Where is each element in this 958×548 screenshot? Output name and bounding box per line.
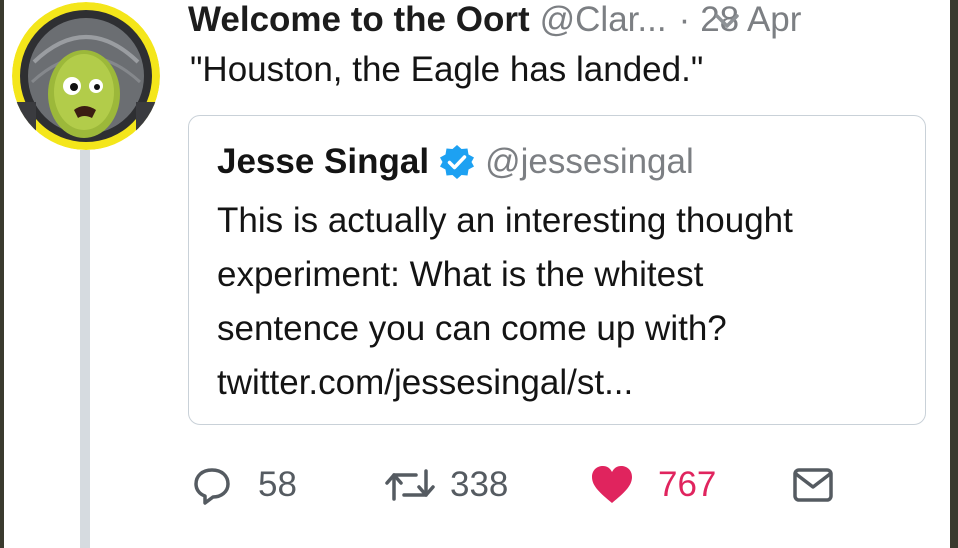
author-name[interactable]: Welcome to the Oort <box>188 0 530 40</box>
reply-button[interactable]: 58 <box>192 458 297 512</box>
quoted-text-line: This is actually an interesting thought <box>217 201 793 240</box>
retweet-icon <box>385 469 435 501</box>
reply-count: 58 <box>258 465 297 504</box>
like-count: 767 <box>658 465 717 504</box>
retweet-button[interactable]: 338 <box>384 458 508 512</box>
quoted-tweet-header: Jesse Singal @jessesingal <box>217 140 694 184</box>
tweet-text: "Houston, the Eagle has landed." <box>190 50 704 89</box>
heart-icon <box>592 466 632 503</box>
quoted-text-line: sentence you can come up with? <box>217 309 727 348</box>
like-button[interactable]: 767 <box>590 458 716 512</box>
quoted-author-handle: @jessesingal <box>485 142 694 181</box>
action-bar: 58 338 767 <box>188 458 848 512</box>
kerbal-avatar-icon <box>12 2 160 150</box>
quoted-tweet-text: This is actually an interesting thought … <box>217 194 917 410</box>
chevron-down-icon[interactable] <box>712 8 742 34</box>
tweet-header: Welcome to the Oort @Clar... · 28 Apr <box>188 0 928 40</box>
quoted-tweet[interactable]: Jesse Singal @jessesingal This is actual… <box>188 115 926 425</box>
quoted-text-line: experiment: What is the whitest <box>217 255 704 294</box>
separator-dot: · <box>678 0 691 39</box>
tweet-card: Welcome to the Oort @Clar... · 28 Apr "H… <box>4 0 950 548</box>
verified-badge-icon <box>440 145 475 179</box>
author-handle[interactable]: @Clar... <box>540 0 667 40</box>
envelope-icon <box>793 468 833 502</box>
quoted-link[interactable]: twitter.com/jessesingal/st... <box>217 356 917 410</box>
thread-line <box>80 150 90 548</box>
reply-icon <box>194 468 230 505</box>
direct-message-button[interactable] <box>792 458 834 512</box>
avatar[interactable] <box>12 2 160 150</box>
retweet-count: 338 <box>450 465 509 504</box>
quoted-author-name: Jesse Singal <box>217 142 430 181</box>
